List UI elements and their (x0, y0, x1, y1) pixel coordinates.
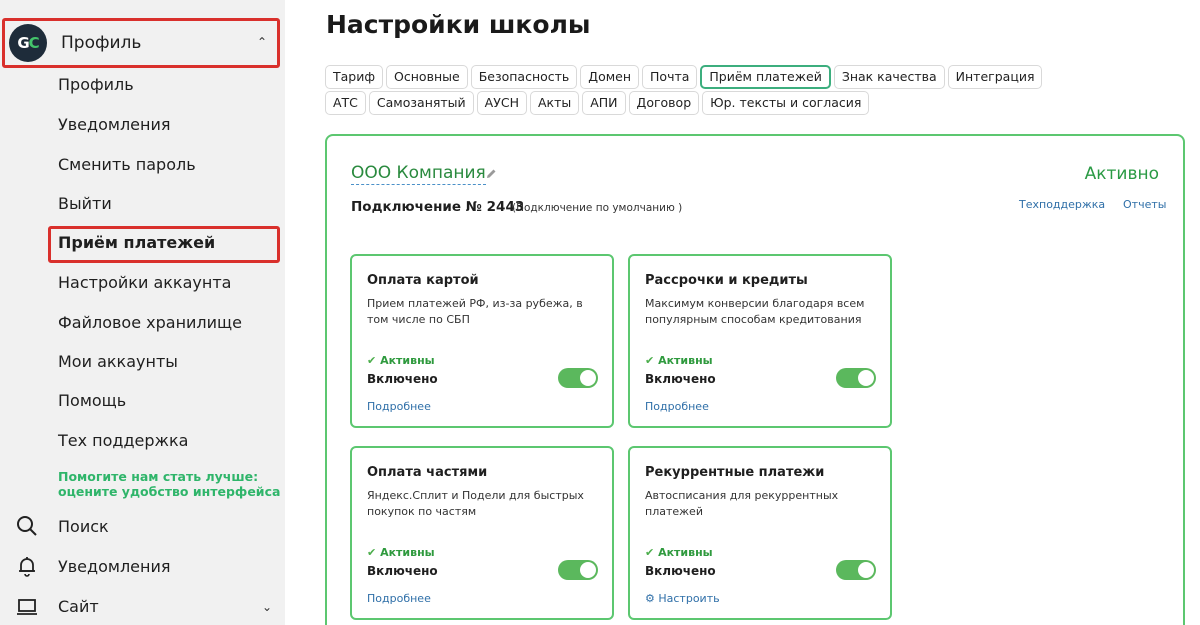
card-enabled-label: Включено (367, 564, 438, 578)
configure-link[interactable]: ⚙ Настроить (645, 592, 720, 605)
payment-method-card: Рассрочки и кредиты Максимум конверсии б… (628, 254, 892, 428)
card-enabled-label: Включено (645, 564, 716, 578)
card-description: Максимум конверсии благодаря всем популя… (645, 297, 865, 326)
sidebar-item-logout[interactable]: Выйти (58, 194, 112, 213)
tab-general[interactable]: Основные (386, 65, 468, 89)
sidebar-item-payments[interactable]: Приём платежей (58, 233, 215, 252)
sidebar-item-notifications-main[interactable]: Уведомления (58, 557, 171, 576)
payment-connection-panel: ООО Компания Активно Подключение № 2443 … (325, 134, 1185, 625)
tab-tariff[interactable]: Тариф (325, 65, 384, 89)
tab-api[interactable]: АПИ (582, 91, 626, 115)
card-description: Автосписания для рекуррентных платежей (645, 489, 839, 518)
card-status: ✔ Активны (645, 354, 713, 367)
check-icon: ✔ (645, 354, 655, 367)
sidebar-item-account-settings[interactable]: Настройки аккаунта (58, 273, 231, 292)
sidebar-item-change-password[interactable]: Сменить пароль (58, 155, 196, 174)
profile-menu-label: Профиль (61, 33, 142, 53)
support-link[interactable]: Техподдержка (1019, 198, 1105, 211)
tab-legal-texts[interactable]: Юр. тексты и согласия (702, 91, 870, 115)
enable-toggle[interactable] (558, 368, 598, 388)
card-status-text: Активны (380, 546, 435, 559)
payment-method-card: Оплата частями Яндекс.Сплит и Подели для… (350, 446, 614, 620)
enable-toggle[interactable] (836, 560, 876, 580)
connection-number: Подключение № 2443 (351, 199, 525, 215)
card-status: ✔ Активны (367, 354, 435, 367)
connection-status: Активно (1084, 164, 1159, 184)
sidebar-item-profile[interactable]: Профиль (58, 75, 134, 94)
check-icon: ✔ (367, 354, 377, 367)
sidebar-item-file-storage[interactable]: Файловое хранилище (58, 313, 242, 332)
tab-contract[interactable]: Договор (628, 91, 700, 115)
enable-toggle[interactable] (558, 560, 598, 580)
sidebar-item-tech-support[interactable]: Тех поддержка (58, 431, 188, 450)
sidebar-item-search[interactable]: Поиск (58, 517, 109, 536)
card-status: ✔ Активны (367, 546, 435, 559)
card-description: Яндекс.Сплит и Подели для быстрых покупо… (367, 489, 584, 518)
sidebar: GC Профиль ⌃ Профиль Уведомления Сменить… (0, 0, 285, 625)
check-icon: ✔ (645, 546, 655, 559)
card-status: ✔ Активны (645, 546, 713, 559)
card-status-text: Активны (658, 354, 713, 367)
chevron-up-icon: ⌃ (256, 35, 267, 49)
card-enabled-label: Включено (645, 372, 716, 386)
card-status-text: Активны (380, 354, 435, 367)
card-title: Рассрочки и кредиты (645, 273, 808, 288)
company-name[interactable]: ООО Компания (351, 163, 486, 185)
sidebar-item-my-accounts[interactable]: Мои аккаунты (58, 352, 178, 371)
tabs-row-1: Тариф Основные Безопасность Домен Почта … (325, 65, 1045, 89)
card-title: Оплата картой (367, 273, 479, 288)
chevron-down-icon: ⌄ (262, 600, 273, 614)
reports-link[interactable]: Отчеты (1123, 198, 1166, 211)
laptop-icon (17, 599, 37, 615)
search-icon (17, 516, 37, 536)
tab-domain[interactable]: Домен (580, 65, 640, 89)
enable-toggle[interactable] (836, 368, 876, 388)
sidebar-item-notifications[interactable]: Уведомления (58, 115, 171, 134)
tab-acts[interactable]: Акты (529, 91, 580, 115)
feedback-link[interactable]: Помогите нам стать лучше: оцените удобст… (58, 469, 280, 499)
toggle-knob (858, 562, 874, 578)
toggle-knob (858, 370, 874, 386)
configure-link-text: Настроить (658, 592, 720, 605)
card-status-text: Активны (658, 546, 713, 559)
payment-method-card: Рекуррентные платежи Автосписания для ре… (628, 446, 892, 620)
tab-ats[interactable]: АТС (325, 91, 366, 115)
bell-icon (19, 557, 35, 577)
feedback-line-2: оцените удобство интерфейса (58, 484, 281, 499)
tab-payments[interactable]: Приём платежей (700, 65, 831, 89)
card-enabled-label: Включено (367, 372, 438, 386)
details-link[interactable]: Подробнее (367, 592, 431, 605)
card-description: Прием платежей РФ, из-за рубежа, в том ч… (367, 297, 583, 326)
toggle-knob (580, 370, 596, 386)
sidebar-item-help[interactable]: Помощь (58, 391, 126, 410)
profile-menu-toggle[interactable]: GC Профиль ⌃ (2, 18, 280, 68)
page-title: Настройки школы (326, 10, 591, 39)
toggle-knob (580, 562, 596, 578)
details-link[interactable]: Подробнее (645, 400, 709, 413)
check-icon: ✔ (367, 546, 377, 559)
details-link[interactable]: Подробнее (367, 400, 431, 413)
card-title: Рекуррентные платежи (645, 465, 825, 480)
tab-mail[interactable]: Почта (642, 65, 698, 89)
tab-self-employed[interactable]: Самозанятый (368, 91, 474, 115)
pencil-icon[interactable] (485, 168, 497, 180)
connection-note: (Подключение по умолчанию ) (512, 202, 683, 214)
tab-quality-mark[interactable]: Знак качества (833, 65, 945, 89)
sidebar-item-site[interactable]: Сайт (58, 597, 99, 616)
tab-ausn[interactable]: АУСН (476, 91, 527, 115)
tab-integration[interactable]: Интеграция (947, 65, 1043, 89)
tabs-row-2: АТС Самозанятый АУСН Акты АПИ Договор Юр… (325, 91, 872, 115)
feedback-line-1: Помогите нам стать лучше: (58, 469, 259, 484)
gear-icon: ⚙ (645, 592, 655, 605)
payment-method-card: Оплата картой Прием платежей РФ, из-за р… (350, 254, 614, 428)
tab-security[interactable]: Безопасность (470, 65, 578, 89)
logo: GC (9, 24, 47, 62)
card-title: Оплата частями (367, 465, 488, 480)
